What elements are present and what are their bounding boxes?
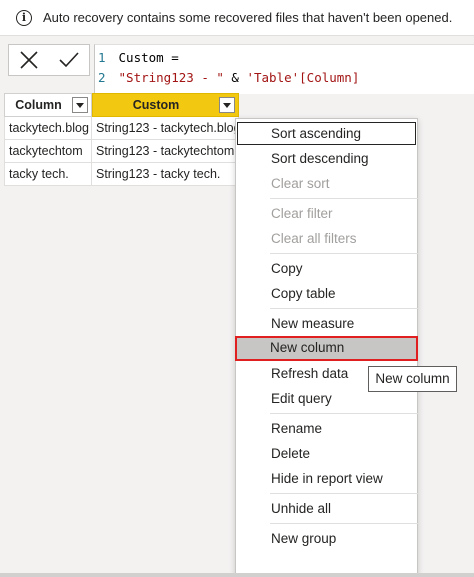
data-table-body: tackytech.blog String123 - tackytech.blog…	[4, 117, 239, 186]
menu-item-delete[interactable]: Delete	[236, 441, 417, 466]
menu-item-clear-sort: Clear sort	[271, 176, 330, 191]
checkmark-icon	[59, 52, 79, 68]
table-row: tacky tech. String123 - tacky tech.	[4, 163, 239, 186]
commit-formula-button[interactable]	[56, 47, 82, 73]
menu-item-sort-ascending[interactable]: Sort ascending	[236, 121, 417, 146]
column-header-label: Custom	[132, 98, 180, 112]
formula-token: "String123 - "	[118, 70, 224, 85]
menu-item-clear-all-filters: Clear all filters	[271, 231, 357, 246]
menu-item-new-group[interactable]: New group	[236, 526, 417, 551]
menu-separator	[270, 253, 418, 254]
recovery-notification-bar: i Auto recovery contains some recovered …	[0, 0, 474, 36]
column-filter-dropdown[interactable]	[72, 97, 88, 113]
formula-bar: 1 Custom = 2 "String123 - " & 'Table'[Col…	[0, 36, 474, 94]
menu-separator	[270, 198, 418, 199]
column-header-custom[interactable]: Custom	[92, 93, 239, 117]
chevron-down-icon	[76, 102, 84, 108]
menu-item-sort-descending[interactable]: Sort descending	[236, 146, 417, 171]
column-cell[interactable]: tacky tech.	[4, 163, 92, 186]
menu-item-rename[interactable]: Rename	[236, 416, 417, 441]
custom-cell[interactable]: String123 - tackytechtom	[92, 140, 239, 163]
menu-separator	[270, 308, 418, 309]
menu-item-hide-in-report-view[interactable]: Hide in report view	[236, 466, 417, 491]
table-row: tackytechtom String123 - tackytechtom	[4, 140, 239, 163]
custom-cell[interactable]: String123 - tacky tech.	[92, 163, 239, 186]
menu-item-unhide-all[interactable]: Unhide all	[236, 496, 417, 521]
close-icon	[20, 51, 38, 69]
column-header-column[interactable]: Column	[4, 93, 92, 117]
menu-item-copy[interactable]: Copy	[236, 256, 417, 281]
new-column-tooltip: New column	[368, 366, 457, 392]
column-header-label: Column	[15, 98, 62, 112]
formula-token: &	[223, 70, 247, 85]
menu-separator	[270, 493, 418, 494]
line-number: 1	[98, 50, 106, 65]
line-number: 2	[98, 70, 106, 85]
formula-line: 2 "String123 - " & 'Table'[Column]	[95, 68, 474, 88]
menu-separator	[270, 413, 418, 414]
column-context-menu: Sort ascending Sort descending Clear sort C…	[235, 118, 418, 575]
dax-formula-editor[interactable]: 1 Custom = 2 "String123 - " & 'Table'[Col…	[94, 44, 474, 94]
formula-line: 1 Custom =	[95, 48, 474, 68]
formula-actions	[8, 44, 90, 76]
table-row: tackytech.blog String123 - tackytech.blog	[4, 117, 239, 140]
formula-token: Custom =	[118, 50, 179, 65]
formula-token: 'Table'[Column]	[246, 70, 360, 85]
custom-filter-dropdown[interactable]	[219, 97, 235, 113]
column-cell[interactable]: tackytechtom	[4, 140, 92, 163]
menu-item-new-measure[interactable]: New measure	[236, 311, 417, 336]
canvas-footer	[0, 573, 474, 577]
info-icon: i	[16, 9, 32, 26]
menu-item-new-column[interactable]: New column	[235, 336, 418, 361]
chevron-down-icon	[223, 102, 231, 108]
menu-item-clear-filter: Clear filter	[271, 206, 333, 221]
cancel-formula-button[interactable]	[16, 47, 42, 73]
custom-cell[interactable]: String123 - tackytech.blog	[92, 117, 239, 140]
menu-separator	[270, 523, 418, 524]
column-cell[interactable]: tackytech.blog	[4, 117, 92, 140]
recovery-message: Auto recovery contains some recovered fi…	[43, 10, 453, 25]
menu-item-copy-table[interactable]: Copy table	[236, 281, 417, 306]
